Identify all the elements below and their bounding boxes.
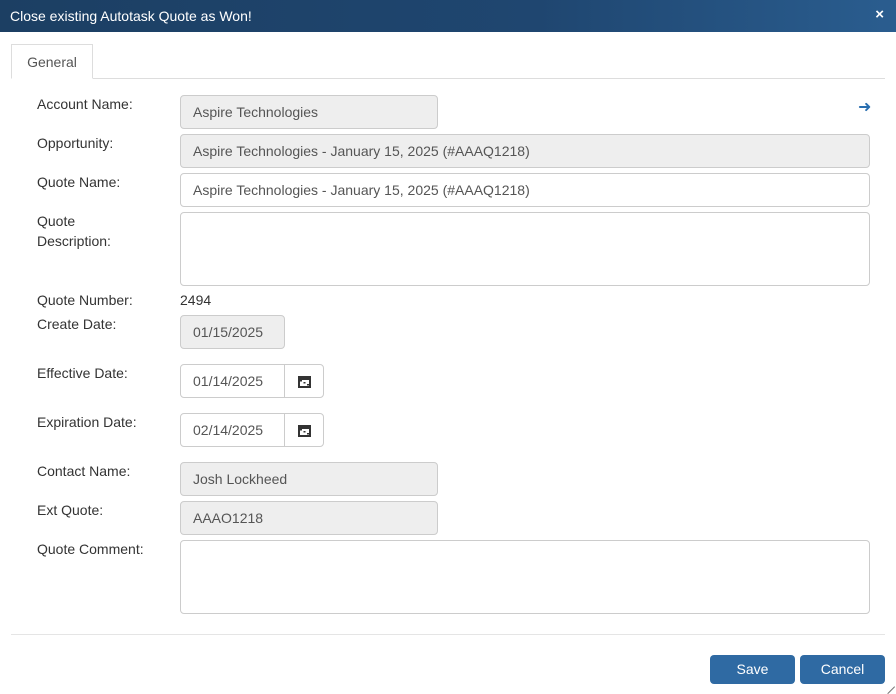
quote-number-value: 2494	[180, 292, 212, 308]
label-line: Quote	[37, 213, 76, 229]
create-date-label: Create Date:	[37, 316, 117, 332]
quote-description-label: Quote Description:	[37, 211, 111, 251]
tab-divider	[11, 78, 885, 79]
account-name-label: Account Name:	[37, 96, 133, 112]
quote-number-label: Quote Number:	[37, 292, 133, 308]
close-icon[interactable]: ×	[875, 6, 884, 23]
contact-name-field[interactable]: Josh Lockheed	[180, 462, 438, 496]
dialog-title: Close existing Autotask Quote as Won!	[10, 8, 252, 24]
opportunity-label: Opportunity:	[37, 135, 114, 151]
quote-name-label: Quote Name:	[37, 174, 121, 190]
footer-divider	[11, 634, 885, 635]
create-date-field[interactable]: 01/15/2025	[180, 315, 285, 349]
dialog-titlebar: Close existing Autotask Quote as Won! ×	[0, 0, 896, 32]
ext-quote-label: Ext Quote:	[37, 502, 104, 518]
expiration-date-input[interactable]: 02/14/2025	[180, 413, 285, 447]
quote-description-textarea[interactable]	[180, 212, 870, 286]
ext-quote-field[interactable]: AAAO1218	[180, 501, 438, 535]
label-line: Description:	[37, 233, 111, 249]
calendar-icon[interactable]	[284, 413, 324, 447]
arrow-right-icon[interactable]: ➜	[858, 97, 871, 117]
quote-comment-label: Quote Comment:	[37, 541, 144, 557]
effective-date-input[interactable]: 01/14/2025	[180, 364, 285, 398]
quote-comment-textarea[interactable]	[180, 540, 870, 614]
contact-name-label: Contact Name:	[37, 463, 131, 479]
account-name-field[interactable]: Aspire Technologies	[180, 95, 438, 129]
quote-name-input[interactable]: Aspire Technologies - January 15, 2025 (…	[180, 173, 870, 207]
cancel-button[interactable]: Cancel	[800, 655, 885, 684]
calendar-icon[interactable]	[284, 364, 324, 398]
save-button[interactable]: Save	[710, 655, 795, 684]
effective-date-label: Effective Date:	[37, 365, 128, 381]
expiration-date-label: Expiration Date:	[37, 414, 137, 430]
opportunity-field[interactable]: Aspire Technologies - January 15, 2025 (…	[180, 134, 870, 168]
tab-general[interactable]: General	[11, 44, 93, 79]
